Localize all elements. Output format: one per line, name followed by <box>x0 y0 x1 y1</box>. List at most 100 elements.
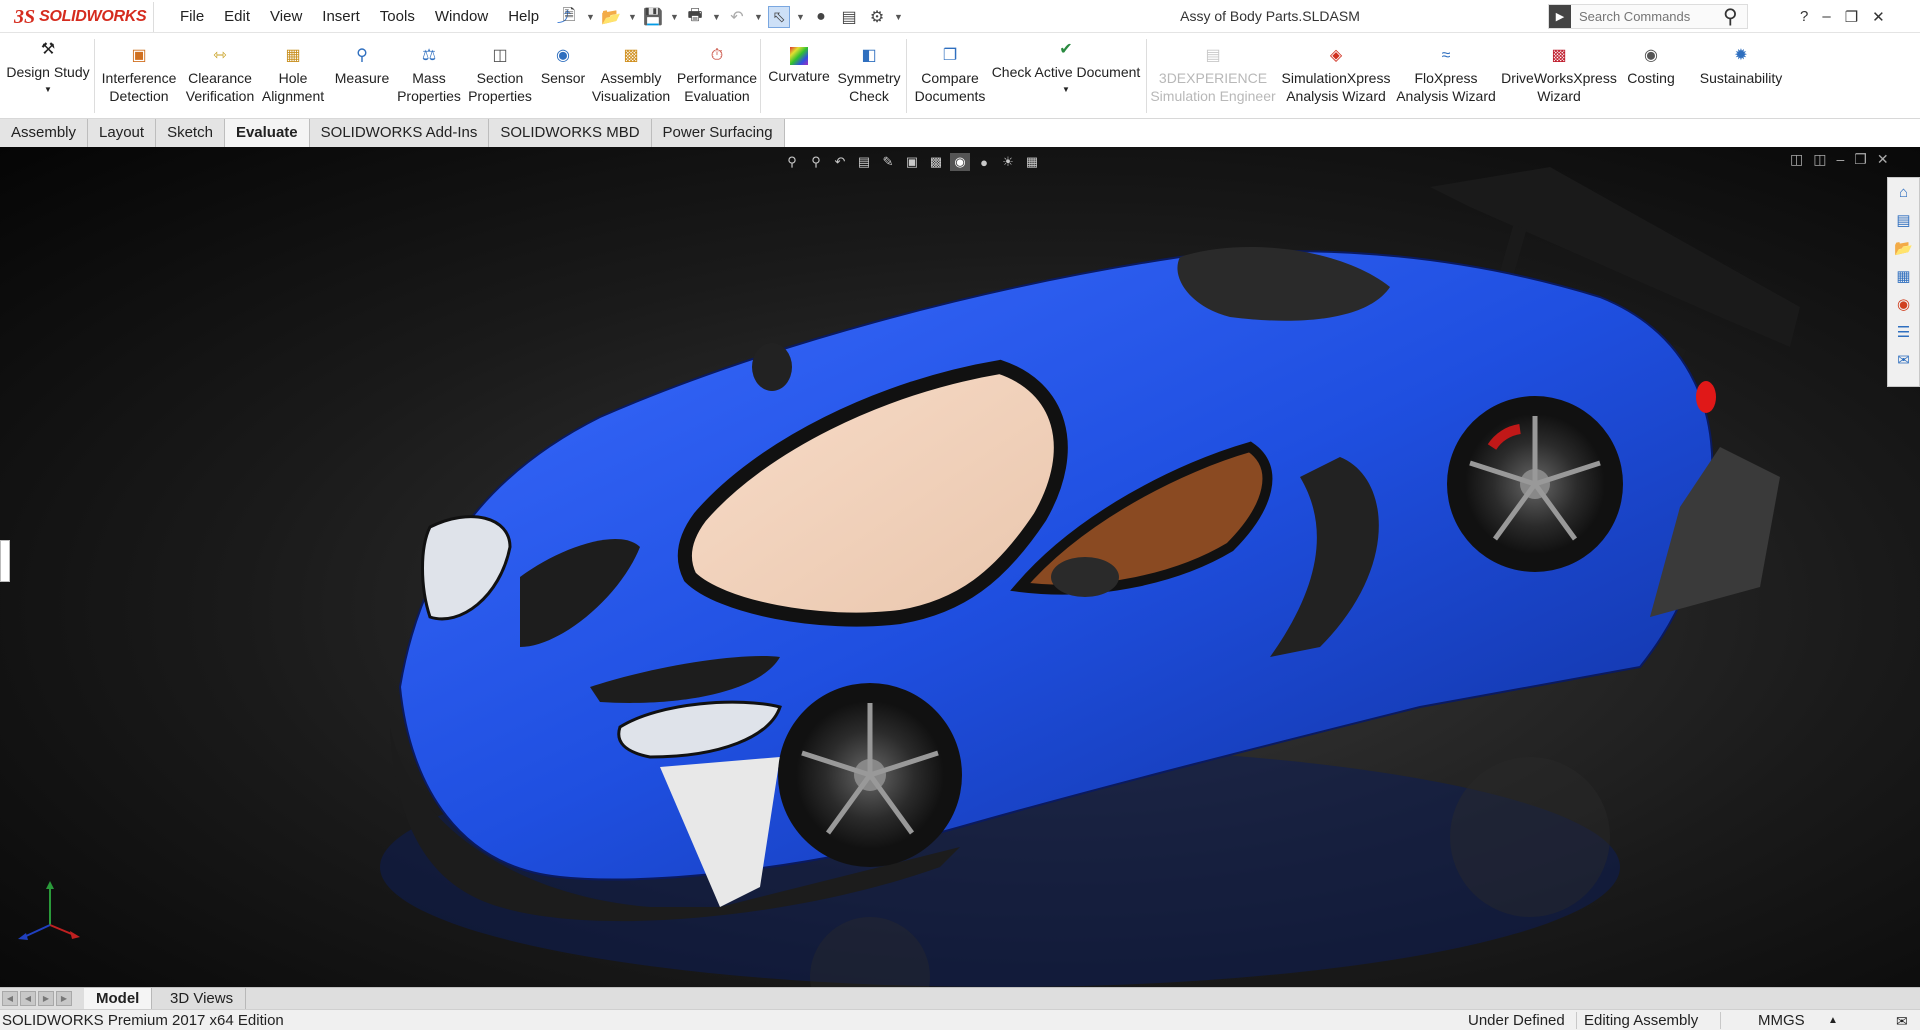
restore-icon[interactable]: ❐ <box>1845 8 1858 26</box>
chevron-down-icon[interactable]: ▼ <box>44 81 52 99</box>
menu-file[interactable]: File <box>170 8 214 25</box>
minimize-icon[interactable]: – <box>1822 8 1830 25</box>
edit-appearance-icon[interactable]: ● <box>974 153 994 171</box>
undo-icon[interactable]: ↶ <box>726 6 748 28</box>
solidworks-logo[interactable]: 3S SOLIDWORKS <box>4 2 154 32</box>
print-icon[interactable]: 🖶 <box>684 6 706 28</box>
apply-scene-icon[interactable]: ☀ <box>998 153 1018 171</box>
tab-evaluate[interactable]: Evaluate <box>224 119 310 147</box>
tab-3d-views[interactable]: 3D Views <box>158 988 247 1010</box>
interference-detection-button[interactable]: ▣ Interference Detection <box>98 33 180 119</box>
select-pointer-icon[interactable]: ⬁ <box>768 6 790 28</box>
save-icon[interactable]: 💾 <box>642 6 664 28</box>
chevron-down-icon[interactable]: ▼ <box>586 12 595 22</box>
feature-manager-handle[interactable] <box>0 540 10 582</box>
tab-layout[interactable]: Layout <box>88 119 157 147</box>
file-explorer-icon[interactable]: 📂 <box>1891 234 1917 262</box>
chevron-down-icon[interactable]: ▼ <box>754 12 763 22</box>
simulationxpress-button[interactable]: ◈ SimulationXpress Analysis Wizard <box>1278 33 1394 119</box>
hole-alignment-button[interactable]: ▦ Hole Alignment <box>260 33 326 119</box>
menu-tools[interactable]: Tools <box>370 8 425 25</box>
split-view-icon[interactable]: ◫ <box>1790 151 1803 168</box>
hide-show-items-icon[interactable]: ◉ <box>950 153 970 171</box>
section-properties-button[interactable]: ◫ Section Properties <box>462 33 538 119</box>
previous-view-icon[interactable]: ↶ <box>830 153 850 171</box>
menu-help[interactable]: Help <box>498 8 549 25</box>
restore-icon[interactable]: ❐ <box>1854 151 1867 168</box>
display-style-icon[interactable]: ▩ <box>926 153 946 171</box>
new-document-icon[interactable]: 🗎 <box>558 6 580 28</box>
assembly-visualization-label: Assembly Visualization <box>591 70 671 104</box>
file-properties-icon[interactable]: ▤ <box>838 6 860 28</box>
menu-window[interactable]: Window <box>425 8 498 25</box>
tab-solidworks-add-ins[interactable]: SOLIDWORKS Add-Ins <box>309 119 490 147</box>
first-tab-icon[interactable]: ◀ <box>2 991 18 1006</box>
tile-view-icon[interactable]: ◫ <box>1813 151 1826 168</box>
next-tab-icon[interactable]: ▶ <box>38 991 54 1006</box>
floxpress-button[interactable]: ≈ FloXpress Analysis Wizard <box>1394 33 1498 119</box>
chevron-down-icon[interactable]: ▼ <box>712 12 721 22</box>
tab-sketch[interactable]: Sketch <box>156 119 225 147</box>
compare-documents-button[interactable]: ❐ Compare Documents <box>910 33 990 119</box>
chevron-down-icon[interactable]: ▼ <box>894 12 903 22</box>
sensor-button[interactable]: ◉ Sensor <box>538 33 588 119</box>
chevron-down-icon[interactable]: ▼ <box>670 12 679 22</box>
chevron-down-icon[interactable]: ▼ <box>796 12 805 22</box>
clearance-verification-button[interactable]: ⇿ Clearance Verification <box>180 33 260 119</box>
tab-assembly[interactable]: Assembly <box>0 119 89 147</box>
close-icon[interactable]: ✕ <box>1872 8 1885 26</box>
unit-system[interactable]: MMGS <box>1758 1011 1805 1030</box>
car-model[interactable] <box>0 147 1920 987</box>
curvature-label: Curvature <box>768 68 830 84</box>
menu-view[interactable]: View <box>260 8 312 25</box>
search-icon[interactable]: ⚲ <box>1723 4 1738 29</box>
driveworksxpress-label: DriveWorksXpress Wizard <box>1501 70 1617 104</box>
design-study-button[interactable]: ⚒ Design Study ▼ <box>6 33 90 119</box>
zoom-to-fit-icon[interactable]: ⚲ <box>782 153 802 171</box>
tab-model[interactable]: Model <box>84 988 153 1010</box>
command-search-icon[interactable]: ▶ <box>1549 5 1571 28</box>
costing-button[interactable]: ◉ Costing <box>1620 33 1682 119</box>
last-tab-icon[interactable]: ▶ <box>56 991 72 1006</box>
mass-properties-button[interactable]: ⚖ Mass Properties <box>397 33 461 119</box>
dynamic-annotation-icon[interactable]: ✎ <box>878 153 898 171</box>
measure-button[interactable]: ⚲ Measure <box>326 33 398 119</box>
view-settings-icon[interactable]: ▦ <box>1022 153 1042 171</box>
view-orientation-icon[interactable]: ▣ <box>902 153 922 171</box>
appearances-icon[interactable]: ◉ <box>1891 290 1917 318</box>
chat-icon[interactable]: ✉ <box>1896 1011 1908 1030</box>
menu-edit[interactable]: Edit <box>214 8 260 25</box>
driveworksxpress-button[interactable]: ▩ DriveWorksXpress Wizard <box>1498 33 1620 119</box>
options-gear-icon[interactable]: ⚙ <box>866 6 888 28</box>
traffic-light-icon[interactable]: ● <box>810 6 832 28</box>
tab-solidworks-mbd[interactable]: SOLIDWORKS MBD <box>489 119 652 147</box>
driveworksxpress-icon: ▩ <box>1551 47 1567 64</box>
assembly-visualization-button[interactable]: ▩ Assembly Visualization <box>588 33 674 119</box>
help-icon[interactable]: ? <box>1800 8 1808 25</box>
previous-tab-icon[interactable]: ◀ <box>20 991 36 1006</box>
check-active-document-button[interactable]: ✔ Check Active Document ▼ <box>990 33 1142 119</box>
performance-evaluation-button[interactable]: ⏱ Performance Evaluation <box>674 33 760 119</box>
zoom-to-area-icon[interactable]: ⚲ <box>806 153 826 171</box>
forum-icon[interactable]: ✉ <box>1891 346 1917 374</box>
home-icon[interactable]: ⌂ <box>1891 178 1917 206</box>
close-icon[interactable]: ✕ <box>1877 151 1889 168</box>
graphics-area[interactable]: ⚲ ⚲ ↶ ▤ ✎ ▣ ▩ ◉ ● ☀ ▦ ◫ ◫ – ❐ ✕ ⌂ ▤ 📂 ▦ … <box>0 147 1920 987</box>
unit-menu-caret-icon[interactable]: ▲ <box>1828 1011 1838 1030</box>
floxpress-label: FloXpress Analysis Wizard <box>1396 70 1496 104</box>
sustainability-button[interactable]: ✹ Sustainability <box>1692 33 1790 119</box>
chevron-down-icon[interactable]: ▼ <box>628 12 637 22</box>
menu-insert[interactable]: Insert <box>312 8 370 25</box>
minimize-icon[interactable]: – <box>1836 151 1844 168</box>
design-library-icon[interactable]: ▤ <box>1891 206 1917 234</box>
curvature-button[interactable]: Curvature <box>764 33 834 119</box>
view-palette-icon[interactable]: ▦ <box>1891 262 1917 290</box>
open-folder-icon[interactable]: 📂 <box>600 6 622 28</box>
section-view-icon[interactable]: ▤ <box>854 153 874 171</box>
chevron-down-icon[interactable]: ▼ <box>1062 81 1070 99</box>
symmetry-check-button[interactable]: ◧ Symmetry Check <box>834 33 904 119</box>
tab-power-surfacing[interactable]: Power Surfacing <box>651 119 785 147</box>
check-active-document-icon: ✔ <box>1059 41 1073 58</box>
search-input[interactable] <box>1571 9 1721 24</box>
custom-properties-icon[interactable]: ☰ <box>1891 318 1917 346</box>
